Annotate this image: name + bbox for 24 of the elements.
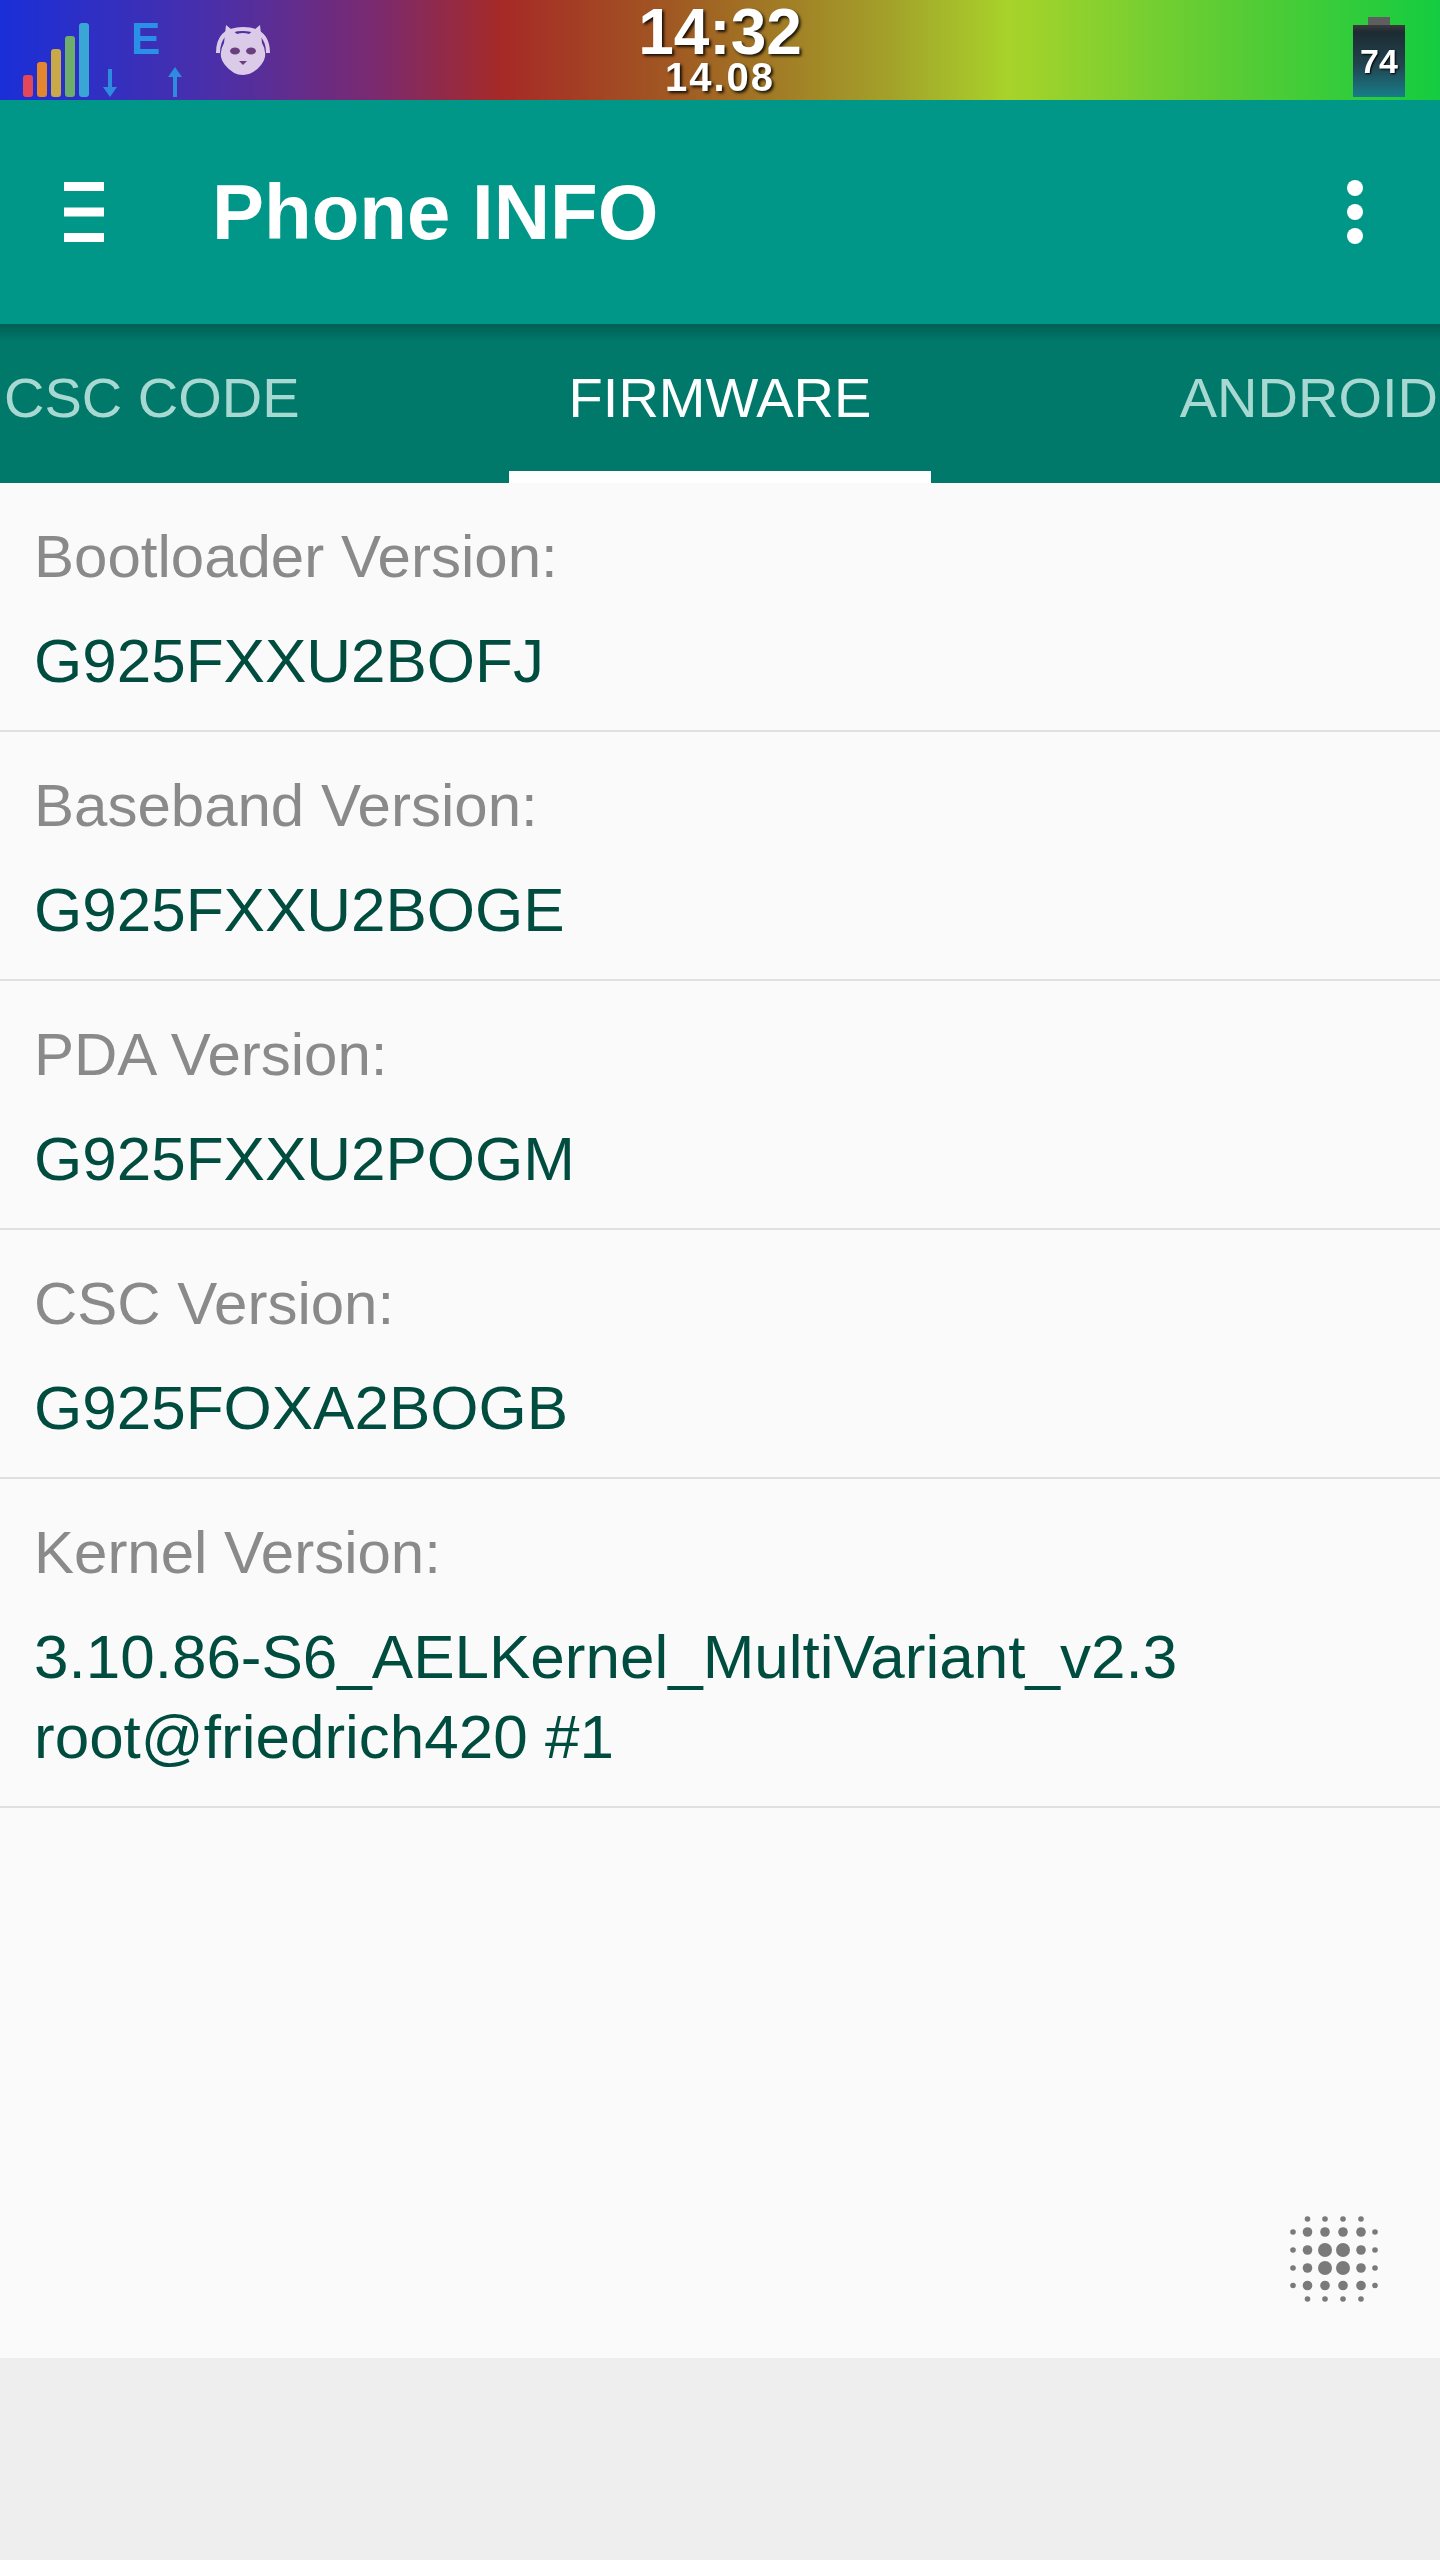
field-value: G925FXXU2BOFJ bbox=[34, 625, 545, 697]
field-value: G925FXXU2BOGE bbox=[34, 874, 566, 946]
field-label: Bootloader Version: bbox=[34, 522, 559, 592]
field-value: 3.10.86-S6_AELKernel_MultiVariant_v2.3 root@friedrich420 #1 bbox=[34, 1621, 1179, 1773]
cat-head-icon bbox=[215, 23, 272, 75]
tab[interactable]: CSC CODE bbox=[0, 324, 509, 483]
field-value: G925FOXA2BOGB bbox=[34, 1372, 570, 1444]
clock-time: 14:32 bbox=[638, 4, 802, 60]
network-type: E bbox=[131, 22, 161, 56]
field-label: Baseband Version: bbox=[34, 771, 539, 841]
more-options-icon[interactable] bbox=[1345, 180, 1365, 244]
menu-icon[interactable] bbox=[64, 182, 104, 242]
arrow-up-icon bbox=[168, 67, 183, 97]
field-label: PDA Version: bbox=[34, 1020, 389, 1090]
dot-grid-icon[interactable] bbox=[1290, 2216, 1378, 2302]
clock-date: 14.08 bbox=[664, 60, 776, 94]
field-label: Kernel Version: bbox=[34, 1518, 442, 1588]
signal-bars-icon bbox=[23, 23, 89, 97]
field-value: G925FXXU2POGM bbox=[34, 1123, 576, 1195]
app-title: Phone INFO bbox=[212, 173, 659, 251]
tab[interactable]: ANDROID bbox=[931, 324, 1440, 483]
battery-indicator: 74 bbox=[1353, 17, 1405, 97]
field-label: CSC Version: bbox=[34, 1269, 396, 1339]
arrow-down-icon bbox=[103, 69, 117, 97]
